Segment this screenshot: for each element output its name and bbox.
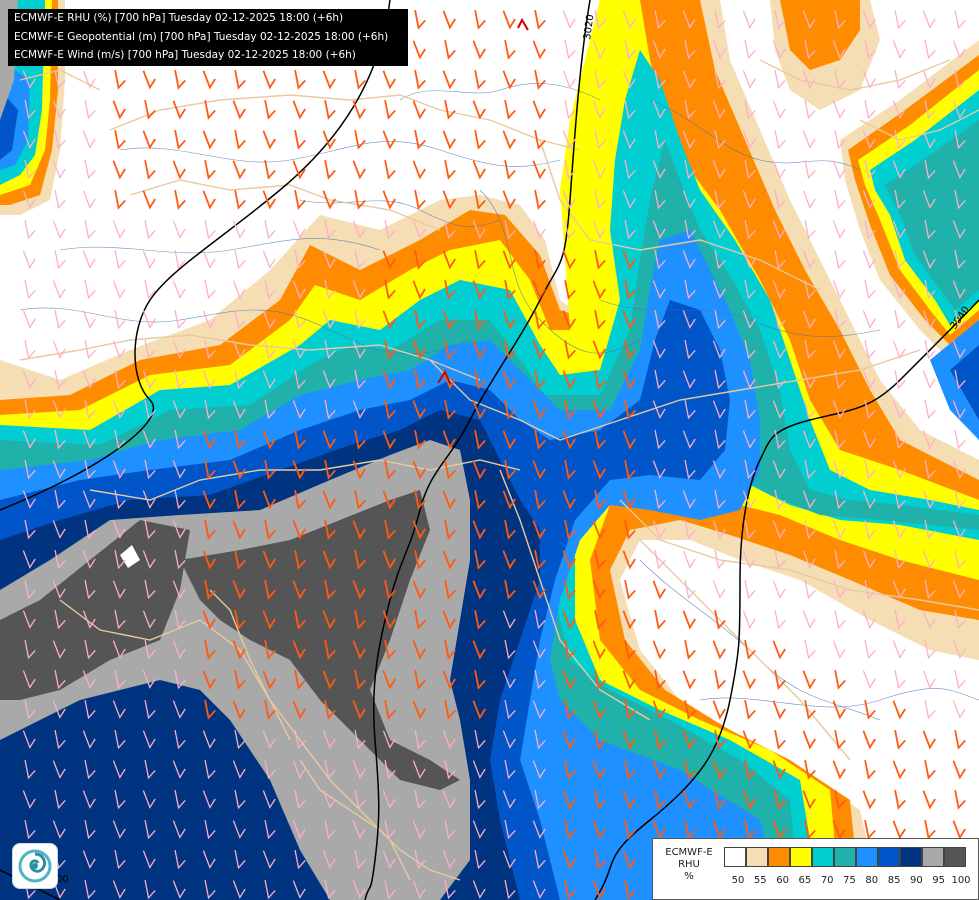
legend-swatches — [724, 847, 966, 867]
header-line-geopotential: ECMWF-E Geopotential (m) [700 hPa] Tuesd… — [14, 30, 389, 43]
legend-swatch — [922, 847, 944, 867]
rhu-legend: ECMWF-E RHU % 50 55 60 65 70 75 80 85 90 95 100 — [652, 838, 979, 900]
legend-title-unit: % — [684, 871, 694, 882]
legend-swatch — [812, 847, 834, 867]
legend-level-label: 100 — [951, 875, 971, 886]
legend-title: ECMWF-E RHU % — [657, 847, 721, 883]
legend-swatch — [856, 847, 878, 867]
header-line-rhu: ECMWF-E RHU (%) [700 hPa] Tuesday 02-12-… — [14, 12, 344, 24]
legend-swatch — [834, 847, 856, 867]
legend-swatch — [944, 847, 966, 867]
legend-swatch — [746, 847, 768, 867]
legend-swatch — [900, 847, 922, 867]
cyclone-logo-icon — [12, 843, 58, 889]
legend-title-variable: RHU — [678, 859, 700, 870]
rhu-map: 3020 3040 00 — [0, 0, 979, 900]
legend-swatch — [878, 847, 900, 867]
map-header: ECMWF-E RHU (%) [700 hPa] Tuesday 02-12-… — [8, 9, 408, 66]
header-line-wind: ECMWF-E Wind (m/s) [700 hPa] Tuesday 02-… — [14, 49, 356, 61]
legend-swatch — [768, 847, 790, 867]
legend-swatch — [724, 847, 746, 867]
legend-labels: 50 55 60 65 70 75 80 85 90 95 100 — [731, 875, 979, 889]
legend-title-model: ECMWF-E — [665, 847, 713, 858]
legend-swatch — [790, 847, 812, 867]
